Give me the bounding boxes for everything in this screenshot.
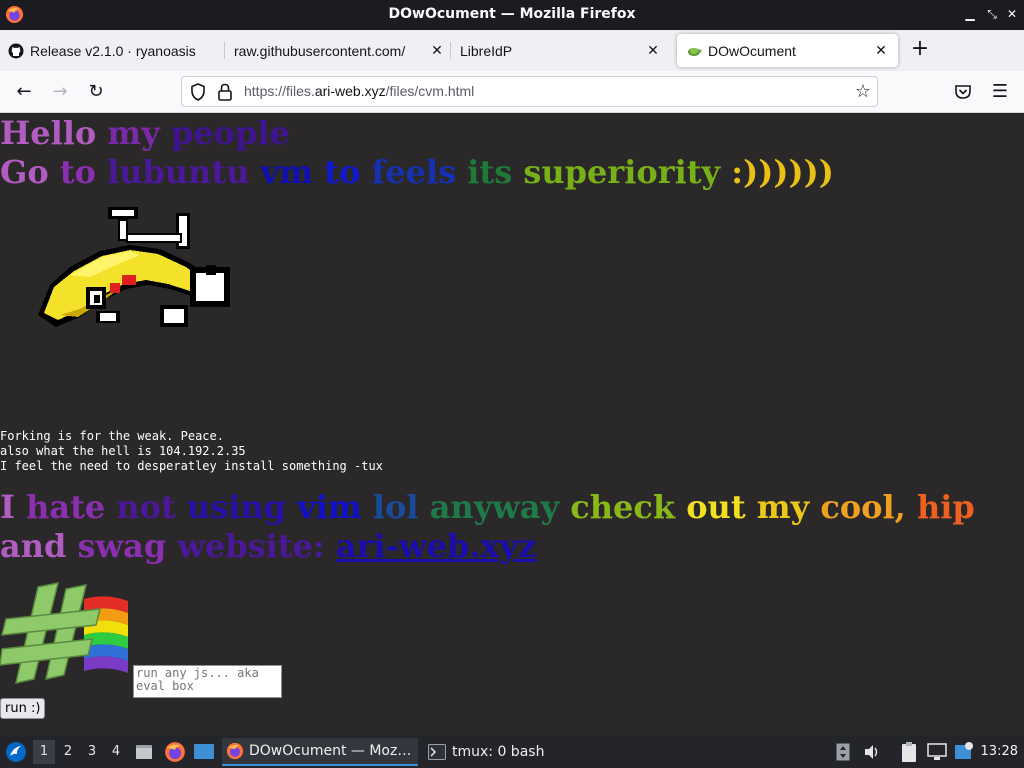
rainbow-word: Hello xyxy=(0,114,97,152)
rainbow-word: out xyxy=(686,488,746,526)
rainbow-word: not xyxy=(116,488,176,526)
show-desktop-icon[interactable] xyxy=(193,742,215,762)
tab-raw-github[interactable]: raw.githubusercontent.com/ ✕ xyxy=(234,34,454,67)
close-tab-icon[interactable]: ✕ xyxy=(428,41,446,59)
rainbow-word: its xyxy=(467,153,513,191)
rainbow-word: hate xyxy=(26,488,106,526)
rainbow-word: :)))))) xyxy=(731,153,834,191)
rainbow-word: swag xyxy=(77,527,167,565)
close-window-icon[interactable]: ✕ xyxy=(1004,6,1020,22)
tab-separator xyxy=(224,42,225,59)
rainbow-word: cool, xyxy=(820,488,906,526)
close-tab-icon[interactable]: ✕ xyxy=(872,41,890,59)
tab-label: LibreIdP xyxy=(460,42,513,59)
rainbow-word: lubuntu xyxy=(107,153,250,191)
heading-line-2: Go to lubuntu vm to feels its superiorit… xyxy=(0,153,834,192)
url-prefix: https://files. xyxy=(244,83,315,99)
forward-icon[interactable]: → xyxy=(49,81,71,103)
terminal-icon xyxy=(428,744,446,760)
rainbow-word: check xyxy=(570,488,676,526)
pocket-icon[interactable] xyxy=(954,83,972,101)
url-bar[interactable]: https://files.ari-web.xyz/files/cvm.html… xyxy=(181,76,878,107)
firefox-icon xyxy=(226,742,244,760)
clock: 13:28 xyxy=(980,744,1018,759)
rainbow-word: vim xyxy=(297,488,362,526)
clipboard-icon[interactable] xyxy=(900,741,918,763)
navigation-bar: ← → ↻ https://files.ari-web.xyz/files/cv… xyxy=(0,71,1024,113)
tab-strip: Release v2.1.0 · ryanoasis raw.githubuse… xyxy=(0,30,1024,71)
rainbow-word: superiority xyxy=(523,153,721,191)
taskbar: 1 2 3 4 DOwOcument — Moz… tmux: 0 bash 1… xyxy=(0,736,1024,768)
rainbow-word: feels xyxy=(371,153,457,191)
rainbow-word: my xyxy=(107,114,160,152)
message-line: Forking is for the weak. Peace. xyxy=(0,429,224,443)
minimize-icon[interactable]: ▁ xyxy=(962,6,978,22)
banana-pixel-art xyxy=(38,207,230,327)
close-tab-icon[interactable]: ✕ xyxy=(644,41,662,59)
rainbow-word: Go xyxy=(0,153,49,191)
rainbow-word: hip xyxy=(916,488,975,526)
workspace-2[interactable]: 2 xyxy=(57,740,79,764)
rainbow-word: to xyxy=(59,153,96,191)
lock-icon[interactable] xyxy=(217,83,233,101)
volume-icon[interactable] xyxy=(863,743,881,761)
new-tab-icon[interactable]: + xyxy=(909,38,931,61)
rainbow-word: lol xyxy=(372,488,419,526)
rainbow-word: vm xyxy=(260,153,314,191)
shield-icon[interactable] xyxy=(189,83,207,101)
eval-textarea[interactable] xyxy=(133,665,282,698)
github-icon xyxy=(8,43,24,58)
url-text[interactable]: https://files.ari-web.xyz/files/cvm.html xyxy=(244,83,474,99)
tab-separator xyxy=(450,42,451,59)
rainbow-word: to xyxy=(324,153,361,191)
firefox-launcher-icon[interactable] xyxy=(164,741,186,763)
rainbow-word: using xyxy=(186,488,286,526)
rainbow-word: website: xyxy=(177,527,325,565)
heading-line-4: and swag website: ari-web.xyz xyxy=(0,527,536,566)
menu-icon[interactable]: ☰ xyxy=(989,81,1011,103)
rainbow-word: I xyxy=(0,488,15,526)
url-path: /files/cvm.html xyxy=(385,83,475,99)
rainbow-word: people xyxy=(170,114,290,152)
website-link[interactable]: ari-web.xyz xyxy=(336,527,536,565)
message-line: I feel the need to desperatley install s… xyxy=(0,459,383,473)
task-terminal[interactable]: tmux: 0 bash xyxy=(424,738,620,766)
scroll-indicator-icon[interactable] xyxy=(836,743,850,761)
task-firefox[interactable]: DOwOcument — Moz… xyxy=(222,738,418,766)
hash-rainbow-logo xyxy=(0,582,128,684)
page-content: Hello my people Go to lubuntu vm to feel… xyxy=(0,113,1024,736)
window-titlebar: DOwOcument — Mozilla Firefox ▁ ⤡ ✕ xyxy=(0,0,1024,30)
rainbow-word: and xyxy=(0,527,67,565)
bookmark-star-icon[interactable]: ☆ xyxy=(855,81,871,102)
tab-release[interactable]: Release v2.1.0 · ryanoasis xyxy=(8,34,222,67)
run-button[interactable]: run :) xyxy=(0,698,46,719)
workspace-3[interactable]: 3 xyxy=(81,740,103,764)
heading-line-1: Hello my people xyxy=(0,114,290,153)
window-title: DOwOcument — Mozilla Firefox xyxy=(388,6,636,22)
rainbow-word: anyway xyxy=(429,488,560,526)
lubuntu-menu-icon[interactable] xyxy=(5,741,27,763)
tab-label: DOwOcument xyxy=(708,42,796,59)
heading-line-3: I hate not using vim lol anyway check ou… xyxy=(0,488,975,527)
rainbow-flag xyxy=(84,596,128,673)
workspace-4[interactable]: 4 xyxy=(105,740,127,764)
back-icon[interactable]: ← xyxy=(13,81,35,103)
file-manager-icon[interactable] xyxy=(134,742,154,762)
update-notifier-icon[interactable] xyxy=(954,741,974,761)
rainbow-word: my xyxy=(756,488,810,526)
maximize-icon[interactable]: ⤡ xyxy=(984,6,1000,22)
tab-dowocument[interactable]: DOwOcument ✕ xyxy=(677,34,898,67)
network-icon[interactable] xyxy=(927,743,947,761)
turtle-icon xyxy=(688,47,702,56)
message-line: also what the hell is 104.192.2.35 xyxy=(0,444,246,458)
url-host: ari-web.xyz xyxy=(314,83,386,99)
workspace-1[interactable]: 1 xyxy=(33,740,55,764)
task-label: tmux: 0 bash xyxy=(452,744,545,760)
tab-libreidp[interactable]: LibreIdP ✕ xyxy=(460,34,670,67)
tab-label: Release v2.1.0 · ryanoasis xyxy=(30,42,196,59)
tab-label: raw.githubusercontent.com/ xyxy=(234,42,406,59)
reload-icon[interactable]: ↻ xyxy=(85,81,107,103)
task-label: DOwOcument — Moz… xyxy=(249,743,412,759)
